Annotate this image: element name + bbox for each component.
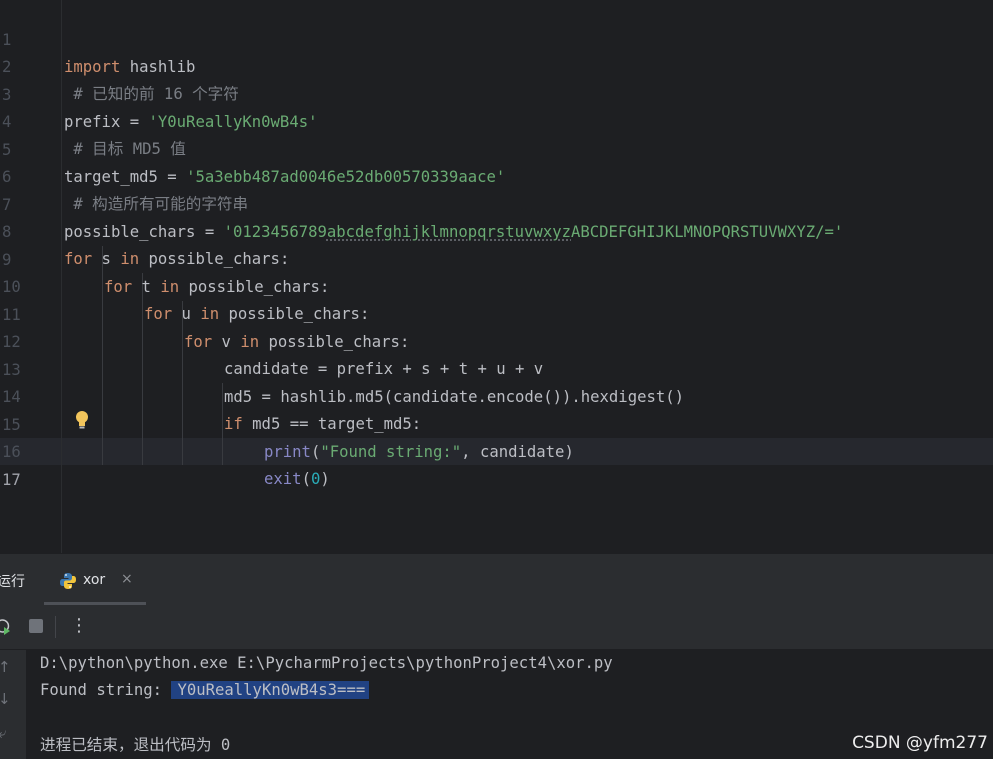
- console-output[interactable]: D:\python\python.exe E:\PycharmProjects\…: [26, 650, 993, 759]
- watermark: CSDN @yfm277: [852, 733, 988, 753]
- code-line[interactable]: 11 for v in possible_chars:: [0, 275, 993, 351]
- code-line[interactable]: 14 if md5 == target_md5:: [0, 357, 993, 433]
- code-editor[interactable]: 1 import hashlib 2 # 已知的前 16 个字符 3 prefi…: [0, 0, 993, 553]
- tab-xor[interactable]: xor ×: [44, 554, 146, 605]
- more-options-icon[interactable]: ⋮: [70, 616, 88, 636]
- console-command-line: D:\python\python.exe E:\PycharmProjects\…: [40, 654, 613, 672]
- code-line[interactable]: 13 md5 = hashlib.md5(candidate.encode())…: [0, 330, 993, 406]
- code-text: (: [301, 470, 311, 488]
- code-line[interactable]: 6 # 构造所有可能的字符串: [0, 137, 993, 213]
- run-toolbar: ⋮: [0, 605, 993, 650]
- code-text: ): [320, 470, 330, 488]
- console-gutter: ↑ ↓ ⤶: [0, 650, 26, 759]
- stop-icon[interactable]: [29, 619, 43, 633]
- number-literal: 0: [310, 470, 321, 488]
- python-icon: [60, 573, 76, 589]
- rerun-icon[interactable]: [0, 618, 12, 636]
- code-line[interactable]: 2 # 已知的前 16 个字符: [0, 27, 993, 103]
- code-line[interactable]: 12 candidate = prefix + s + t + u + v: [0, 302, 993, 378]
- toolbar-separator: [55, 616, 56, 638]
- tab-label: xor: [83, 572, 106, 588]
- selected-output-text[interactable]: Y0uReallyKn0wB4s3===: [171, 681, 370, 699]
- code-line[interactable]: 16 exit(0): [0, 412, 993, 488]
- console-output-line: Found string: Y0uReallyKn0wB4s3===: [40, 677, 370, 704]
- code-line[interactable]: 1 import hashlib: [0, 0, 993, 76]
- soft-wrap-icon[interactable]: ⤶: [0, 724, 6, 742]
- scroll-down-icon[interactable]: ↓: [0, 690, 11, 708]
- console-exit-line: 进程已结束，退出代码为 0: [40, 736, 231, 754]
- code-line-current[interactable]: 17: [0, 440, 993, 489]
- found-label: Found string:: [40, 681, 163, 699]
- code-line[interactable]: 10 for u in possible_chars:: [0, 247, 993, 323]
- line-number: 17: [2, 471, 21, 489]
- code-line[interactable]: 15 print("Found string:", candidate): [0, 385, 993, 461]
- code-line[interactable]: 8 for s in possible_chars:: [0, 192, 993, 268]
- code-line[interactable]: 3 prefix = 'Y0uReallyKn0wB4s': [0, 55, 993, 131]
- code-line[interactable]: 7 possible_chars = '0123456789abcdefghij…: [0, 165, 993, 241]
- scroll-up-icon[interactable]: ↑: [0, 658, 11, 676]
- code-line[interactable]: 4 # 目标 MD5 值: [0, 82, 993, 158]
- run-tool-window: 运行 xor × ⋮ ↑ ↓ ⤶ D:\python\python.exe E:…: [0, 553, 993, 759]
- run-header: 运行 xor ×: [0, 553, 993, 605]
- close-icon[interactable]: ×: [121, 571, 133, 587]
- code-line[interactable]: 5 target_md5 = '5a3ebb487ad0046e52db0057…: [0, 110, 993, 186]
- lightbulb-icon[interactable]: [74, 410, 90, 430]
- builtin-function: exit: [264, 470, 302, 488]
- code-line[interactable]: 9 for t in possible_chars:: [0, 220, 993, 296]
- run-title: 运行: [0, 574, 25, 590]
